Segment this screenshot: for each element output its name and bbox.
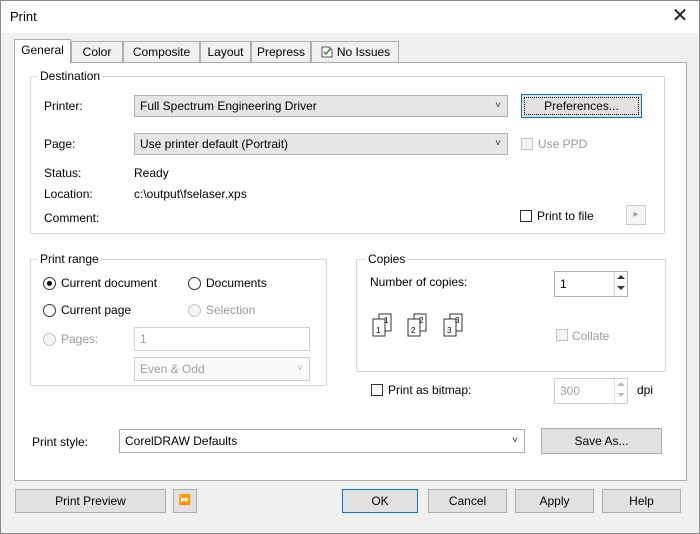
spin-up-icon[interactable] <box>617 382 625 386</box>
tab-layout[interactable]: Layout <box>200 41 251 62</box>
svg-text:2: 2 <box>411 326 416 335</box>
page-subset-value: Even & Odd <box>140 362 205 376</box>
current-document-label: Current document <box>61 276 158 290</box>
number-of-copies-input[interactable]: 1 <box>554 271 628 297</box>
tab-label: Layout <box>207 45 244 59</box>
collate-illustration-icon: 11 22 33 <box>372 313 463 337</box>
svg-text:3: 3 <box>447 326 452 335</box>
triangle-right-icon: ▸ <box>633 209 639 220</box>
location-label: Location: <box>44 187 93 201</box>
print-preview-button[interactable]: Print Preview <box>15 489 166 513</box>
current-document-radio[interactable] <box>43 277 56 290</box>
print-to-file-label: Print to file <box>537 209 594 223</box>
tab-composite[interactable]: Composite <box>123 41 200 62</box>
printer-select-value: Full Spectrum Engineering Driver <box>140 99 317 113</box>
title-bar: Print ✕ <box>1 1 699 33</box>
tab-label: Color <box>82 45 112 59</box>
tab-label: No Issues <box>336 45 391 59</box>
ok-button[interactable]: OK <box>342 489 418 513</box>
printer-select[interactable]: Full Spectrum Engineering Driver ˅ <box>134 95 508 117</box>
page-subset-select[interactable]: Even & Odd ˅ <box>134 357 310 381</box>
tab-label: General <box>21 43 64 57</box>
pages-label: Pages: <box>61 332 99 346</box>
print-style-value: CorelDRAW Defaults <box>125 434 238 448</box>
print-dialog: Print ✕ General Color Composite Layout P… <box>0 0 700 534</box>
copies-spinner[interactable] <box>614 272 627 296</box>
comment-label: Comment: <box>44 211 100 225</box>
ok-button-label: OK <box>371 494 389 508</box>
apply-button-label: Apply <box>539 494 570 508</box>
location-value: c:\output\fselaser.xps <box>134 187 247 201</box>
print-as-bitmap-label: Print as bitmap: <box>388 383 472 397</box>
status-label: Status: <box>44 166 82 180</box>
chevron-down-icon: ˅ <box>512 435 518 446</box>
selection-label: Selection <box>206 303 256 317</box>
svg-text:1: 1 <box>376 326 381 335</box>
preview-expand-button[interactable]: ⏩ <box>173 489 197 513</box>
chevron-down-icon: ˅ <box>495 138 501 149</box>
svg-text:3: 3 <box>455 316 460 325</box>
tab-label: Composite <box>132 45 191 59</box>
bitmap-dpi-input[interactable]: 300 <box>554 378 628 404</box>
tab-label: Prepress <box>256 45 306 59</box>
documents-label: Documents <box>206 276 267 290</box>
copies-group-label: Copies <box>366 252 408 266</box>
apply-button[interactable]: Apply <box>515 489 594 513</box>
svg-text:1: 1 <box>384 316 389 325</box>
tab-prepress[interactable]: Prepress <box>251 41 311 62</box>
window-title: Print <box>10 9 37 24</box>
print-preview-button-label: Print Preview <box>55 494 126 508</box>
chevron-down-icon: ˅ <box>495 100 501 111</box>
spin-down-icon[interactable] <box>617 286 625 290</box>
status-value: Ready <box>134 166 169 180</box>
cancel-button-label: Cancel <box>448 494 487 508</box>
page-label: Page: <box>44 137 76 151</box>
check-doc-icon <box>321 46 333 58</box>
pages-radio[interactable] <box>43 333 56 346</box>
save-as-button-label: Save As... <box>574 434 629 448</box>
print-to-file-checkbox[interactable] <box>520 210 532 222</box>
general-tab-panel: Destination Printer: Full Spectrum Engin… <box>14 62 687 481</box>
save-as-button[interactable]: Save As... <box>541 428 662 454</box>
double-chevron-right-icon: ⏩ <box>178 495 192 506</box>
print-style-select[interactable]: CorelDRAW Defaults ˅ <box>119 429 525 453</box>
spin-down-icon[interactable] <box>617 393 625 397</box>
radio-dot <box>47 281 52 286</box>
use-ppd-checkbox[interactable] <box>521 138 533 150</box>
dpi-unit-label: dpi <box>637 383 654 397</box>
selection-radio[interactable] <box>188 304 201 317</box>
documents-radio[interactable] <box>188 277 201 290</box>
spin-up-icon[interactable] <box>617 275 625 279</box>
collate-label: Collate <box>572 329 610 343</box>
help-button-label: Help <box>629 494 654 508</box>
print-as-bitmap-checkbox[interactable] <box>371 384 383 396</box>
page-select-value: Use printer default (Portrait) <box>140 137 289 151</box>
close-icon[interactable]: ✕ <box>665 3 695 29</box>
use-ppd-label: Use PPD <box>538 137 588 151</box>
chevron-down-icon: ˅ <box>297 363 303 374</box>
pages-input[interactable]: 1 <box>134 327 310 351</box>
destination-group-label: Destination <box>38 69 103 83</box>
help-button[interactable]: Help <box>602 489 681 513</box>
print-range-group-label: Print range <box>38 252 101 266</box>
number-of-copies-label: Number of copies: <box>370 275 468 289</box>
current-page-label: Current page <box>61 303 132 317</box>
pages-input-value: 1 <box>140 332 147 346</box>
tab-no-issues[interactable]: No Issues <box>311 41 399 62</box>
focus-rect <box>524 97 639 115</box>
printer-label: Printer: <box>44 99 83 113</box>
preferences-button[interactable]: Preferences... <box>521 94 642 118</box>
tab-color[interactable]: Color <box>71 41 123 62</box>
tab-general[interactable]: General <box>14 39 71 64</box>
collate-checkbox[interactable] <box>556 329 568 341</box>
bitmap-dpi-value: 300 <box>560 384 581 398</box>
current-page-radio[interactable] <box>43 304 56 317</box>
dpi-spinner[interactable] <box>614 379 627 403</box>
svg-text:2: 2 <box>419 316 424 325</box>
cancel-button[interactable]: Cancel <box>428 489 507 513</box>
print-to-file-options-button[interactable]: ▸ <box>626 205 646 225</box>
number-of-copies-value: 1 <box>560 277 567 291</box>
print-style-label: Print style: <box>32 435 89 449</box>
page-select[interactable]: Use printer default (Portrait) ˅ <box>134 133 508 155</box>
